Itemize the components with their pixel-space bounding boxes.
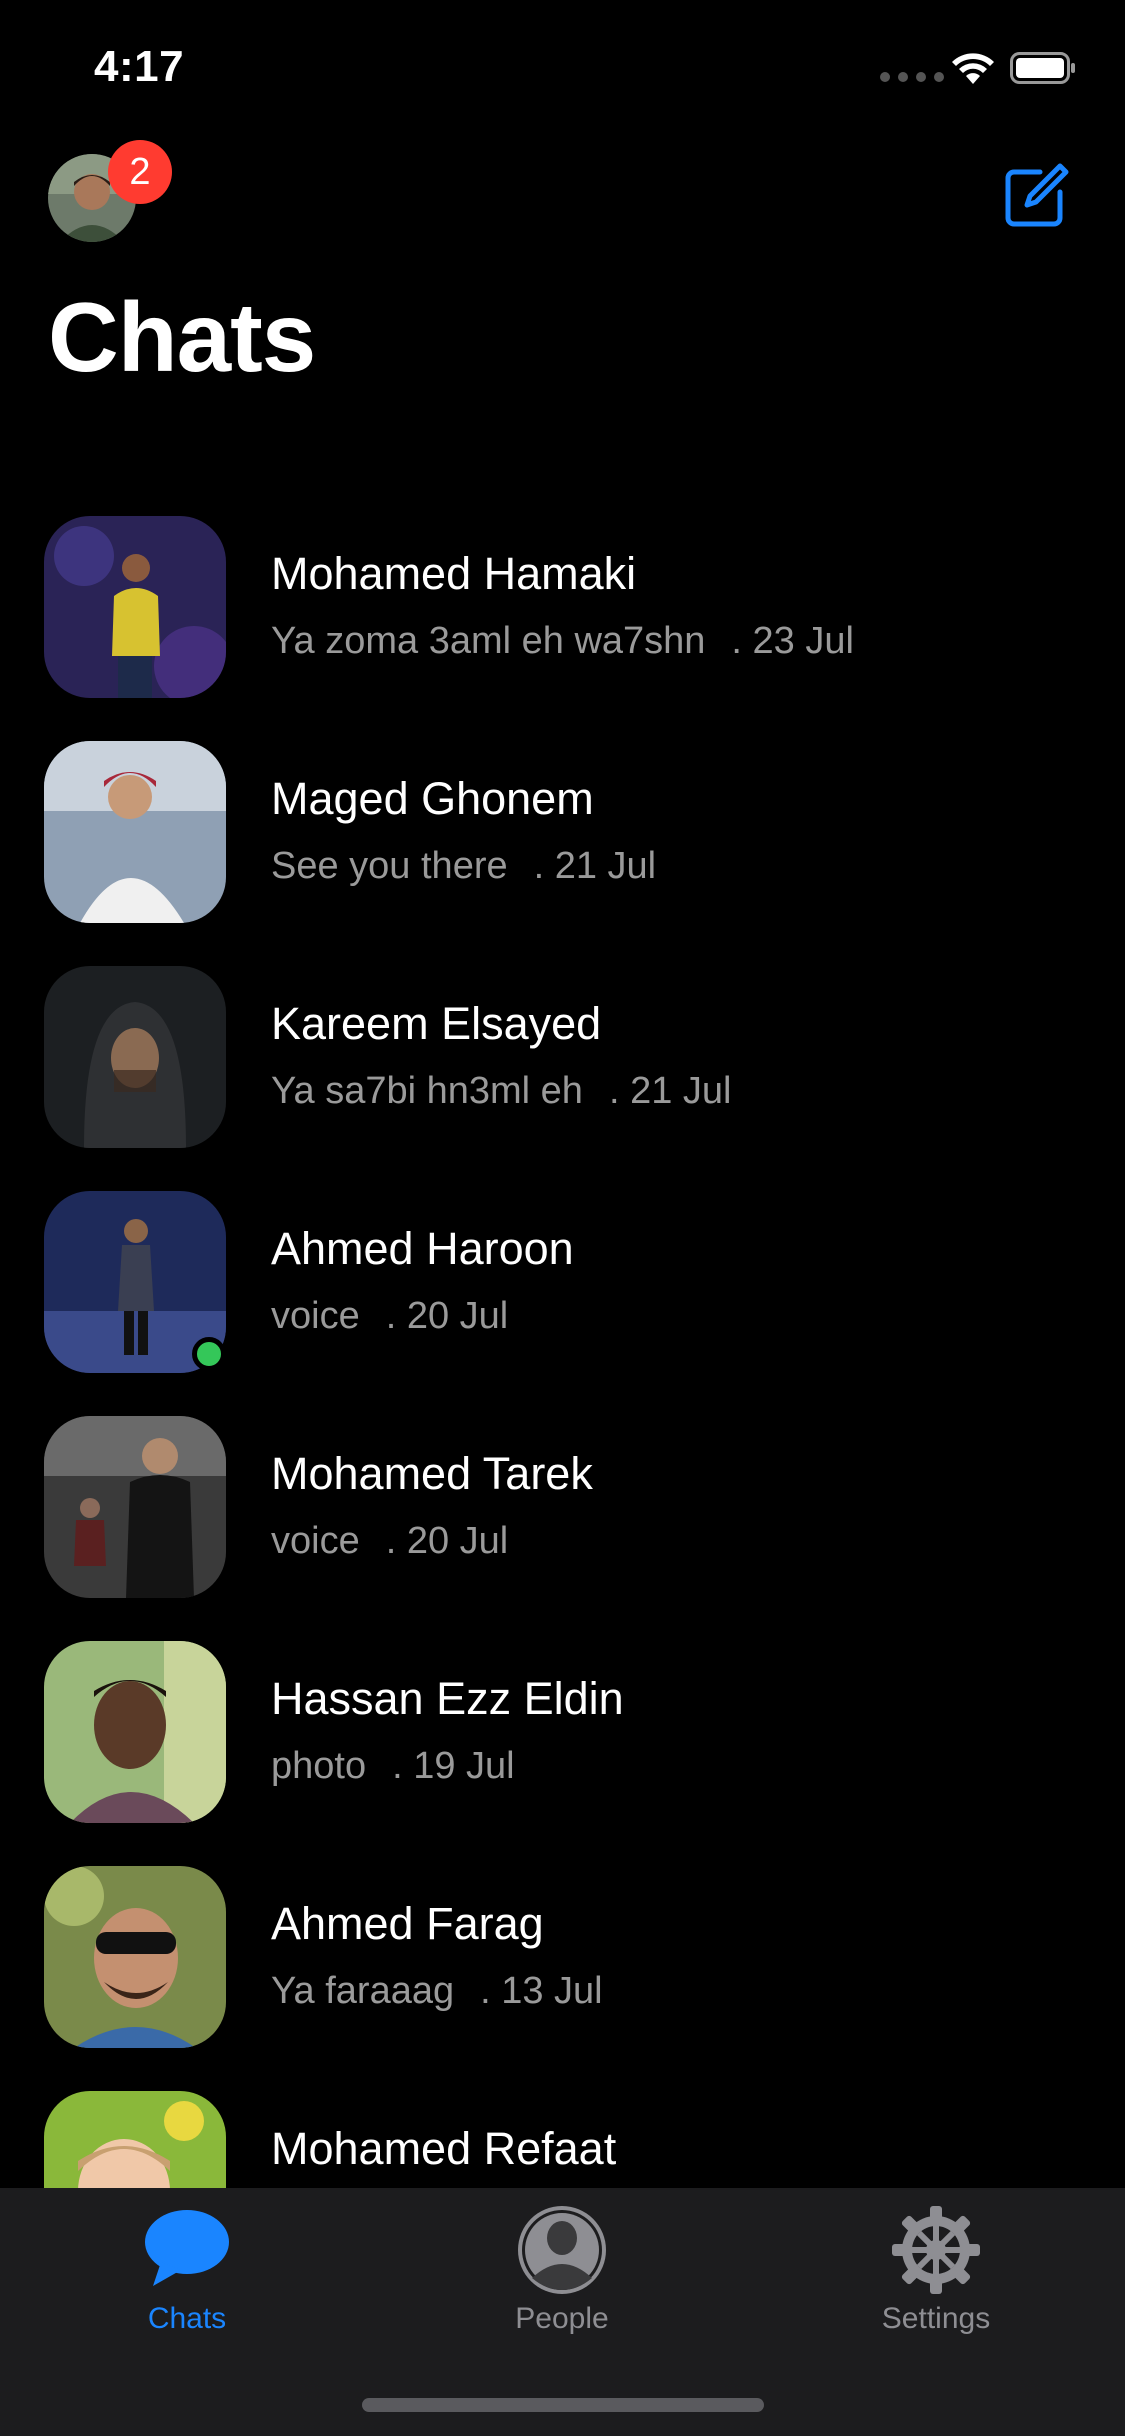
avatar	[44, 516, 226, 698]
profile-avatar-button[interactable]: 2	[48, 140, 172, 244]
message-preview: Ya zoma 3aml eh wa7shn	[271, 620, 706, 662]
message-date: . 13 Jul	[480, 1970, 603, 2012]
tab-settings[interactable]: Settings	[826, 2188, 1046, 2348]
battery-icon	[1010, 52, 1075, 84]
avatar	[44, 1866, 226, 2048]
cellular-signal-icon	[880, 72, 944, 82]
contact-name: Kareem Elsayed	[271, 998, 602, 1049]
chat-row[interactable]: Kareem Elsayed Ya sa7bi hn3ml eh . 21 Jul	[0, 966, 1125, 1191]
chat-row[interactable]: Mohamed Hamaki Ya zoma 3aml eh wa7shn . 2…	[0, 516, 1125, 741]
message-preview-row: See you there . 21 Jul	[271, 845, 656, 888]
message-preview: Ya faraaag	[271, 1970, 455, 2012]
contact-name: Ahmed Farag	[271, 1898, 544, 1949]
avatar	[44, 1416, 226, 1598]
contact-name: Maged Ghonem	[271, 773, 594, 824]
contact-name: Mohamed Refaat	[271, 2123, 617, 2174]
message-preview-row: Ya faraaag . 13 Jul	[271, 1970, 603, 2013]
online-status-indicator	[192, 1337, 226, 1371]
status-bar: 4:17	[0, 0, 1125, 132]
message-preview-row: voice . 20 Jul	[271, 1295, 508, 1338]
message-date: . 21 Jul	[608, 1070, 732, 1112]
chats-screen: 4:17 2 Chats Mohamed Hamaki Ya zoma 3aml…	[0, 0, 1125, 2436]
tab-label: People	[515, 2302, 609, 2335]
avatar	[44, 1641, 226, 1823]
avatar	[44, 741, 226, 923]
notification-badge: 2	[108, 140, 172, 204]
status-time: 4:17	[94, 42, 185, 91]
compose-icon[interactable]	[1000, 160, 1072, 232]
message-preview-row: voice . 20 Jul	[271, 1520, 508, 1563]
chat-row[interactable]: Ahmed Haroon voice . 20 Jul	[0, 1191, 1125, 1416]
tab-label: Chats	[147, 2302, 227, 2335]
message-date: . 20 Jul	[385, 1520, 509, 1562]
chat-list: Mohamed Hamaki Ya zoma 3aml eh wa7shn . 2…	[0, 516, 1125, 2316]
person-icon	[518, 2206, 606, 2294]
tab-people[interactable]: People	[452, 2188, 672, 2348]
message-preview: voice	[271, 1520, 360, 1562]
message-date: . 23 Jul	[731, 620, 854, 662]
message-preview: voice	[271, 1295, 360, 1337]
chat-row[interactable]: Hassan Ezz Eldin photo . 19 Jul	[0, 1641, 1125, 1866]
message-date: . 19 Jul	[392, 1745, 515, 1787]
chat-row[interactable]: Ahmed Farag Ya faraaag . 13 Jul	[0, 1866, 1125, 2091]
contact-name: Mohamed Tarek	[271, 1448, 593, 1499]
message-preview-row: Ya zoma 3aml eh wa7shn . 23 Jul	[271, 620, 854, 663]
chat-row[interactable]: Mohamed Tarek voice . 20 Jul	[0, 1416, 1125, 1641]
wifi-icon	[952, 53, 994, 84]
tab-label: Settings	[881, 2302, 991, 2335]
message-preview-row: photo . 19 Jul	[271, 1745, 515, 1788]
contact-name: Ahmed Haroon	[271, 1223, 574, 1274]
message-date: . 21 Jul	[533, 845, 657, 887]
avatar	[44, 966, 226, 1148]
chat-bubble-icon	[145, 2210, 229, 2286]
home-indicator	[362, 2398, 764, 2412]
message-preview: Ya sa7bi hn3ml eh	[271, 1070, 583, 1112]
contact-name: Mohamed Hamaki	[271, 548, 637, 599]
message-preview-row: Ya sa7bi hn3ml eh . 21 Jul	[271, 1070, 731, 1113]
message-preview: photo	[271, 1745, 367, 1787]
tab-chats[interactable]: Chats	[77, 2188, 297, 2348]
message-preview: See you there	[271, 845, 508, 887]
gear-icon	[892, 2206, 980, 2294]
page-title: Chats	[48, 282, 316, 392]
contact-name: Hassan Ezz Eldin	[271, 1673, 624, 1724]
message-date: . 20 Jul	[385, 1295, 509, 1337]
chat-row[interactable]: Maged Ghonem See you there . 21 Jul	[0, 741, 1125, 966]
